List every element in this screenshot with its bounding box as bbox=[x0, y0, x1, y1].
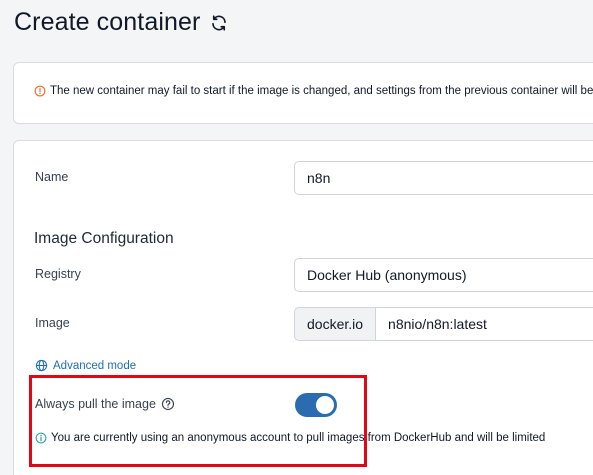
globe-icon bbox=[35, 359, 48, 372]
image-configuration-title: Image Configuration bbox=[34, 230, 174, 247]
name-input[interactable]: n8n bbox=[294, 161, 593, 195]
name-label: Name bbox=[35, 170, 69, 184]
always-pull-label-row: Always pull the image bbox=[35, 397, 175, 411]
create-container-page: Create container The new container may f… bbox=[0, 0, 593, 475]
warning-message: The new container may fail to start if t… bbox=[34, 85, 593, 97]
toggle-knob bbox=[316, 396, 334, 414]
advanced-mode-link[interactable]: Advanced mode bbox=[35, 359, 136, 372]
info-text: You are currently using an anonymous acc… bbox=[51, 432, 546, 444]
help-icon[interactable] bbox=[161, 397, 175, 411]
always-pull-toggle[interactable] bbox=[295, 393, 337, 417]
registry-label: Registry bbox=[35, 267, 81, 281]
info-message: You are currently using an anonymous acc… bbox=[35, 432, 545, 444]
registry-select[interactable]: Docker Hub (anonymous) bbox=[294, 258, 593, 292]
image-label: Image bbox=[35, 316, 70, 330]
warning-text: The new container may fail to start if t… bbox=[50, 85, 593, 97]
warning-icon bbox=[34, 85, 46, 97]
image-registry-prefix: docker.io bbox=[294, 307, 377, 341]
warning-card: The new container may fail to start if t… bbox=[13, 62, 593, 124]
image-input-group: docker.io n8nio/n8n:latest bbox=[294, 307, 593, 341]
image-input[interactable]: n8nio/n8n:latest bbox=[376, 307, 593, 341]
always-pull-label: Always pull the image bbox=[35, 397, 156, 411]
info-icon bbox=[35, 432, 47, 444]
page-title: Create container bbox=[14, 8, 201, 36]
advanced-mode-label[interactable]: Advanced mode bbox=[53, 360, 136, 372]
refresh-icon[interactable] bbox=[210, 14, 228, 32]
page-header: Create container bbox=[14, 8, 228, 37]
